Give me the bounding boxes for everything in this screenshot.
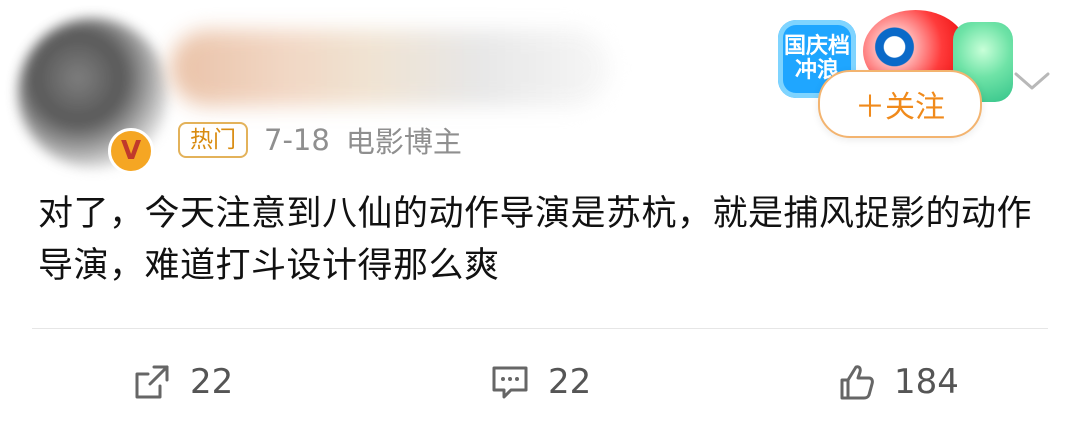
comment-icon — [492, 366, 528, 399]
comment-button[interactable]: 22 — [488, 354, 591, 410]
share-icon — [135, 365, 169, 399]
repost-button[interactable]: 22 — [130, 354, 233, 410]
promo-text-line1: 国庆档 — [783, 34, 850, 59]
post-meta: 热门 7-18 电影博主 — [178, 120, 462, 160]
divider — [32, 328, 1048, 329]
chevron-down-icon[interactable] — [1010, 66, 1054, 96]
author-role: 电影博主 — [345, 125, 462, 159]
thumbs-up-icon — [840, 365, 874, 400]
follow-button[interactable]: ＋关注 — [818, 70, 982, 138]
comment-count: 22 — [548, 362, 592, 402]
hot-badge: 热门 — [178, 122, 248, 158]
username-redacted[interactable] — [170, 30, 610, 106]
post-date: 7-18 — [264, 123, 330, 157]
post-content: 对了，今天注意到八仙的动作导演是苏杭，就是捕风捉影的动作导演，难道打斗设计得那么… — [38, 194, 1033, 286]
like-button[interactable]: 184 — [834, 354, 959, 410]
repost-count: 22 — [190, 362, 234, 402]
weibo-post-card: V 热门 7-18 电影博主 国庆档 冲浪 ＋关注 对了，今天注意到八仙的动作导… — [0, 0, 1080, 436]
verified-v-badge-icon: V — [108, 128, 154, 174]
like-count: 184 — [894, 362, 959, 402]
